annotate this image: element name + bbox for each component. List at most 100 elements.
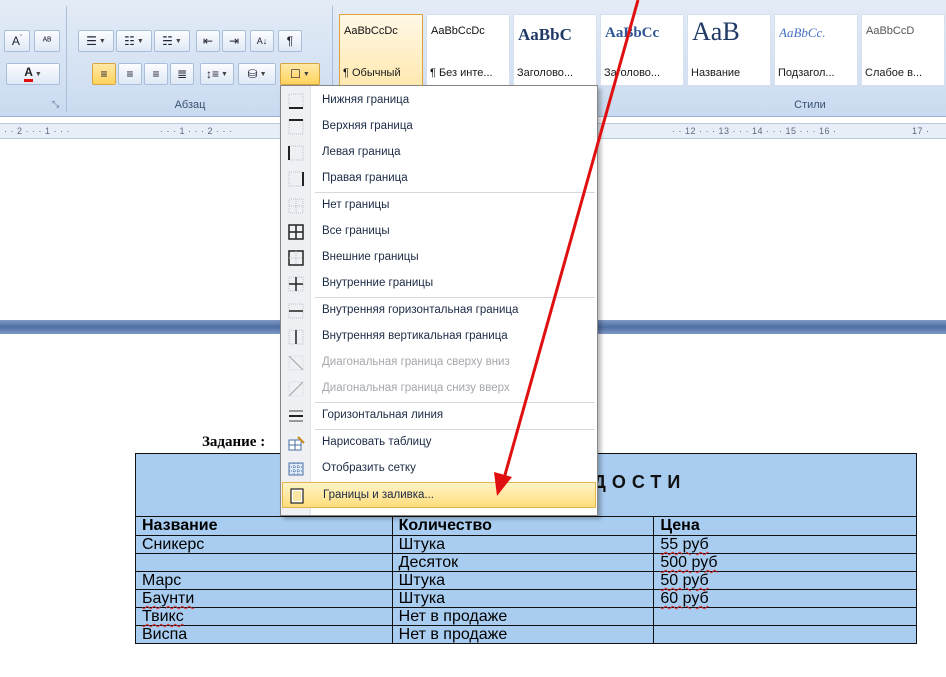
- cell-text: 50 руб: [660, 572, 709, 589]
- table-cell[interactable]: Десяток: [391, 553, 655, 572]
- view-gridlines-icon: [287, 460, 305, 478]
- table-cell[interactable]: Нет в продаже: [391, 607, 655, 626]
- column-header[interactable]: Название: [135, 516, 393, 536]
- cell-text: 500 руб: [660, 554, 718, 571]
- menu-item[interactable]: Отобразить сетку: [282, 456, 597, 482]
- chevron-down-icon: ▼: [221, 70, 228, 78]
- increase-indent-button[interactable]: ⇥: [222, 30, 246, 52]
- style-gallery-item[interactable]: AaB Название: [687, 14, 771, 86]
- justify-button[interactable]: ≣: [170, 63, 194, 85]
- style-sample: AaBbCc.: [779, 25, 826, 40]
- style-name: ¶ Без инте...: [430, 67, 493, 79]
- horizontal-line-icon: [287, 407, 305, 425]
- chevron-down-icon: ▼: [34, 70, 42, 78]
- cell-text: Штука: [398, 590, 446, 607]
- menu-item-label: Правая граница: [322, 172, 408, 184]
- menu-item[interactable]: Горизонтальная линия: [282, 403, 597, 429]
- table-cell[interactable]: Сникерс: [135, 535, 393, 554]
- menu-item[interactable]: Нарисовать таблицу: [282, 430, 597, 456]
- menu-item[interactable]: Все границы: [282, 219, 597, 245]
- clear-formatting-button[interactable]: ᴬᴮ: [34, 30, 60, 52]
- menu-item[interactable]: Левая граница: [282, 140, 597, 166]
- menu-item[interactable]: Правая граница: [282, 166, 597, 192]
- menu-item[interactable]: Внутренние границы: [282, 271, 597, 297]
- table-cell[interactable]: [653, 607, 917, 626]
- style-gallery-item[interactable]: AaBbC Заголово...: [513, 14, 597, 86]
- style-name: Подзагол...: [778, 67, 835, 79]
- menu-item-label: Нарисовать таблицу: [322, 436, 432, 448]
- align-center-button[interactable]: ≡: [118, 63, 142, 85]
- table-title-fragment: ДОСТИ: [593, 472, 687, 492]
- table-cell[interactable]: Штука: [391, 589, 655, 608]
- table-cell[interactable]: Виспа: [135, 625, 393, 644]
- ruler-left-marks: · · 2 · · · 1 · · ·: [4, 126, 70, 136]
- style-gallery-item[interactable]: AaBbCcD Слабое в...: [861, 14, 945, 86]
- font-color-button[interactable]: A ▼: [6, 63, 60, 85]
- line-spacing-icon: ↕≡: [206, 67, 220, 81]
- line-spacing-button[interactable]: ↕≡ ▼: [200, 63, 234, 85]
- style-name: Заголово...: [517, 67, 574, 79]
- sort-button[interactable]: A↓: [250, 30, 274, 52]
- borders-button[interactable]: ☐ ▼: [280, 63, 320, 85]
- grow-font-button[interactable]: Aˇ: [4, 30, 30, 52]
- bullets-icon: ☰: [86, 34, 97, 48]
- table-cell[interactable]: 60 руб: [653, 589, 917, 608]
- style-sample: AaBbC: [518, 25, 572, 44]
- menu-item[interactable]: Нет границы: [282, 193, 597, 219]
- ruler-mid-marks: · · · 1 · · · 2 · · ·: [160, 126, 233, 136]
- table-cell[interactable]: Штука: [391, 571, 655, 590]
- decrease-indent-icon: ⇤: [202, 34, 214, 48]
- style-name: Заголово...: [604, 67, 661, 79]
- menu-item[interactable]: Нижняя граница: [282, 88, 597, 114]
- menu-item-label: Левая граница: [322, 146, 401, 158]
- decrease-indent-button[interactable]: ⇤: [196, 30, 220, 52]
- dialog-launcher-icon[interactable]: ⤡: [52, 99, 64, 111]
- style-gallery-item[interactable]: AaBbCc. Подзагол...: [774, 14, 858, 86]
- shading-button[interactable]: ⛁ ▼: [238, 63, 276, 85]
- menu-item[interactable]: Внутренняя вертикальная граница: [282, 324, 597, 350]
- table-cell[interactable]: 500 руб: [653, 553, 917, 572]
- table-row: Сникерс Штука 55 руб: [135, 535, 917, 554]
- style-gallery-item[interactable]: AaBbCcDc ¶ Без инте...: [426, 14, 510, 86]
- menu-item-label: Горизонтальная линия: [322, 409, 444, 421]
- paragraph-group-label: Абзац: [174, 99, 206, 111]
- table-cell[interactable]: 50 руб: [653, 571, 917, 590]
- table-cell[interactable]: Штука: [391, 535, 655, 554]
- diagonal-down-border-icon: [287, 354, 305, 372]
- pilcrow-icon: ¶: [286, 34, 294, 48]
- column-header[interactable]: Цена: [653, 516, 917, 536]
- menu-item[interactable]: Внешние границы: [282, 245, 597, 271]
- show-formatting-marks-button[interactable]: ¶: [278, 30, 302, 52]
- menu-item[interactable]: Границы и заливка...: [282, 482, 596, 508]
- menu-item[interactable]: Внутренняя горизонтальная граница: [282, 298, 597, 324]
- align-right-button[interactable]: ≡: [144, 63, 168, 85]
- cell-text: 55 руб: [660, 536, 709, 553]
- inside-vertical-border-icon: [287, 328, 305, 346]
- menu-item-label: Верхняя граница: [322, 120, 413, 132]
- borders-and-shading-icon: [288, 487, 306, 505]
- table-header-row: Название Количество Цена: [135, 516, 917, 536]
- chevron-down-icon: ▼: [98, 37, 106, 45]
- align-right-icon: ≡: [152, 67, 160, 81]
- align-left-button[interactable]: ≡: [92, 63, 116, 85]
- multilevel-list-button[interactable]: ☵ ▼: [154, 30, 190, 52]
- increase-indent-icon: ⇥: [228, 34, 240, 48]
- bullets-button[interactable]: ☰ ▼: [78, 30, 114, 52]
- cell-text: Марс: [142, 572, 182, 589]
- table-cell[interactable]: Нет в продаже: [391, 625, 655, 644]
- style-gallery-item[interactable]: AaBbCcDc ¶ Обычный: [339, 14, 423, 86]
- numbering-button[interactable]: ☷ ▼: [116, 30, 152, 52]
- inside-borders-icon: [287, 275, 305, 293]
- column-header[interactable]: Количество: [391, 516, 655, 536]
- table-cell[interactable]: [653, 625, 917, 644]
- style-gallery-item[interactable]: AaBbCc Заголово...: [600, 14, 684, 86]
- table-cell[interactable]: Марс: [135, 571, 393, 590]
- cell-text: Штука: [398, 536, 446, 553]
- table-cell[interactable]: 55 руб: [653, 535, 917, 554]
- menu-item[interactable]: Верхняя граница: [282, 114, 597, 140]
- menu-item-label: Внутренняя горизонтальная граница: [322, 304, 519, 316]
- table-cell[interactable]: [135, 553, 393, 572]
- menu-item-label: Внутренняя вертикальная граница: [322, 330, 508, 342]
- table-cell[interactable]: Твикс: [135, 607, 393, 626]
- table-cell[interactable]: Баунти: [135, 589, 393, 608]
